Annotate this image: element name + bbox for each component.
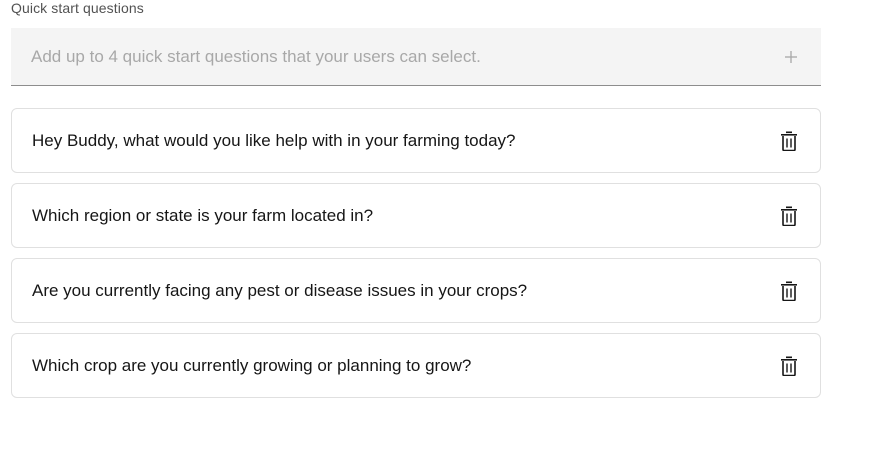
trash-icon — [780, 356, 798, 376]
add-question-button[interactable] — [761, 28, 821, 85]
trash-icon — [780, 131, 798, 151]
question-text: Are you currently facing any pest or dis… — [32, 280, 528, 300]
question-text: Hey Buddy, what would you like help with… — [32, 130, 516, 150]
add-question-input[interactable] — [11, 28, 761, 85]
section-label: Quick start questions — [11, 0, 144, 16]
question-card: Are you currently facing any pest or dis… — [11, 258, 821, 323]
delete-question-button[interactable] — [758, 259, 820, 322]
question-list: Hey Buddy, what would you like help with… — [11, 108, 821, 408]
quick-start-questions-panel: Quick start questions Hey Buddy, what wo… — [0, 0, 875, 470]
question-text: Which crop are you currently growing or … — [32, 355, 472, 375]
question-card: Hey Buddy, what would you like help with… — [11, 108, 821, 173]
question-card: Which region or state is your farm locat… — [11, 183, 821, 248]
add-question-field — [11, 28, 821, 86]
delete-question-button[interactable] — [758, 334, 820, 397]
delete-question-button[interactable] — [758, 184, 820, 247]
plus-icon — [784, 50, 798, 64]
question-text: Which region or state is your farm locat… — [32, 205, 374, 225]
trash-icon — [780, 206, 798, 226]
delete-question-button[interactable] — [758, 109, 820, 172]
trash-icon — [780, 281, 798, 301]
question-card: Which crop are you currently growing or … — [11, 333, 821, 398]
